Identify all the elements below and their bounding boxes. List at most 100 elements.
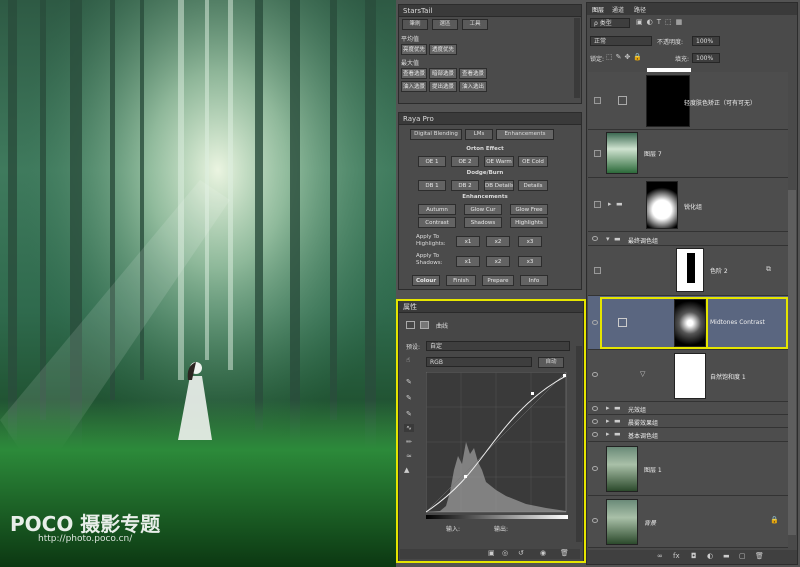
add-mask-icon[interactable]: ◘ <box>691 552 697 560</box>
glow-free-button[interactable]: Glow Free <box>510 204 548 215</box>
clipping-icon[interactable]: ▲ <box>404 466 409 474</box>
hl-x3-button[interactable]: x3 <box>518 236 542 247</box>
eye-icon[interactable] <box>592 406 598 411</box>
preset-select[interactable]: 自定 <box>426 341 570 351</box>
new-group-icon[interactable]: ▬ <box>723 552 730 560</box>
curve-point[interactable] <box>563 374 566 377</box>
layer-name[interactable]: 光效组 <box>628 405 646 414</box>
starstail-btn-r2-1[interactable]: 油入选景 <box>401 81 427 92</box>
layer-name[interactable]: 图层 7 <box>644 149 662 158</box>
layer-checkbox[interactable] <box>594 201 601 208</box>
smooth-icon[interactable]: ≈ <box>406 452 412 460</box>
adjustment-icon[interactable]: ◐ <box>707 552 713 560</box>
eye-icon[interactable] <box>592 419 598 424</box>
layer-name[interactable]: 基本调色组 <box>628 431 658 440</box>
highlights-button[interactable]: Highlights <box>510 217 548 228</box>
starstail-btn-r2-3[interactable]: 油入选出 <box>459 81 487 92</box>
layer-name[interactable]: 最终调色组 <box>628 236 658 245</box>
layer-row[interactable]: 图层 1 <box>588 442 788 496</box>
properties-scrollbar[interactable] <box>576 346 582 542</box>
layer-row[interactable]: 背景 🔒 <box>588 496 788 548</box>
eye-icon[interactable] <box>592 466 598 471</box>
glow-cur-button[interactable]: Glow Cur <box>464 204 502 215</box>
starstail-tab-1[interactable]: 筆刷 <box>402 19 428 30</box>
layer-row[interactable]: ▸ ▬ 锐化组 <box>588 178 788 232</box>
eye-icon[interactable] <box>592 236 598 241</box>
tab-channels[interactable]: 通道 <box>612 5 624 14</box>
collapse-arrow-icon[interactable]: ▾ <box>606 235 610 243</box>
tab-layers[interactable]: 图层 <box>592 5 604 14</box>
layer-row[interactable]: 色阶 2 ⧉ <box>588 246 788 296</box>
trash-icon[interactable]: 🗑 <box>560 549 569 557</box>
starstail-btn-r1-1[interactable]: 查看选景 <box>401 68 427 79</box>
visibility-icon[interactable]: ◉ <box>540 549 546 557</box>
eyedropper-gray-icon[interactable]: ✎ <box>406 394 412 402</box>
eye-icon[interactable] <box>592 432 598 437</box>
auto-button[interactable]: 自动 <box>538 357 564 368</box>
filter-icons[interactable]: ▣◐T⬚▦ <box>636 18 726 28</box>
lock-icons[interactable]: ⬚✎✥🔒 <box>606 53 645 61</box>
eye-icon[interactable] <box>592 320 598 325</box>
db-details-button[interactable]: DB Details <box>484 180 514 191</box>
details-button[interactable]: Details <box>518 180 548 191</box>
channel-select[interactable]: RGB <box>426 357 532 367</box>
layer-name[interactable]: 图层 1 <box>644 465 662 474</box>
layer-row[interactable]: 轻度肤色矫正（可有可无） <box>588 72 788 130</box>
layer-row[interactable]: 图层 7 <box>588 130 788 178</box>
eyedropper-black-icon[interactable]: ✎ <box>406 378 412 386</box>
starstail-btn-r2-2[interactable]: 提出选景 <box>429 81 457 92</box>
autumn-button[interactable]: Autumn <box>418 204 456 215</box>
layer-filter-select[interactable]: ρ 类型 <box>590 18 630 28</box>
fill-input[interactable]: 100% <box>692 53 720 63</box>
brightness-priority-button[interactable]: 亮度优先 <box>401 44 427 55</box>
starstail-scrollbar[interactable] <box>574 18 580 98</box>
layer-name[interactable]: 轻度肤色矫正（可有可无） <box>684 98 756 107</box>
eye-icon[interactable] <box>592 518 598 523</box>
layer-row[interactable]: ▽ 自然饱和度 1 <box>588 350 788 402</box>
layer-checkbox[interactable] <box>594 150 601 157</box>
oe2-button[interactable]: OE 2 <box>451 156 479 167</box>
expand-arrow-icon[interactable]: ▸ <box>606 430 610 438</box>
contrast-button[interactable]: Contrast <box>418 217 456 228</box>
layer-name[interactable]: 自然饱和度 1 <box>710 372 746 381</box>
db2-button[interactable]: DB 2 <box>451 180 479 191</box>
clip-to-layer-icon[interactable]: ▣ <box>488 549 495 557</box>
oe-cold-button[interactable]: OE Cold <box>518 156 548 167</box>
expand-arrow-icon[interactable]: ▸ <box>608 200 612 208</box>
info-button[interactable]: Info <box>520 275 548 286</box>
transparency-priority-button[interactable]: 透度优先 <box>429 44 457 55</box>
starstail-btn-r1-3[interactable]: 查看选景 <box>459 68 487 79</box>
eyedropper-white-icon[interactable]: ✎ <box>406 410 412 418</box>
fx-icon[interactable]: fx <box>673 552 680 560</box>
delete-layer-icon[interactable]: 🗑 <box>755 552 764 560</box>
pencil-icon[interactable]: ✏ <box>406 438 412 446</box>
view-previous-icon[interactable]: ◎ <box>502 549 508 557</box>
sh-x2-button[interactable]: x2 <box>486 256 510 267</box>
curve-point[interactable] <box>531 392 534 395</box>
eye-icon[interactable] <box>592 372 598 377</box>
tab-enhancements[interactable]: Enhancements <box>496 129 554 140</box>
db1-button[interactable]: DB 1 <box>418 180 446 191</box>
sh-x3-button[interactable]: x3 <box>518 256 542 267</box>
prepare-button[interactable]: Prepare <box>482 275 514 286</box>
oe-warm-button[interactable]: OE Warm <box>484 156 514 167</box>
layer-name[interactable]: 锐化组 <box>684 202 702 211</box>
curves-graph[interactable] <box>426 372 568 514</box>
hand-target-icon[interactable]: ☝ <box>406 356 410 364</box>
layers-scrollbar[interactable] <box>788 190 796 535</box>
layer-row[interactable]: ▸ ▬ 基本调色组 <box>588 428 788 442</box>
curve-point-tool-icon[interactable]: ∿ <box>404 424 414 432</box>
oe1-button[interactable]: OE 1 <box>418 156 446 167</box>
shadows-button[interactable]: Shadows <box>464 217 502 228</box>
starstail-tab-2[interactable]: 選區 <box>432 19 458 30</box>
colour-button[interactable]: Colour <box>412 275 440 286</box>
hl-x1-button[interactable]: x1 <box>456 236 480 247</box>
layer-name[interactable]: 背景 <box>644 518 656 527</box>
tab-digital-blending[interactable]: Digital Blending <box>410 129 462 140</box>
new-layer-icon[interactable]: ▢ <box>739 552 746 560</box>
expand-arrow-icon[interactable]: ▸ <box>606 404 610 412</box>
blend-mode-select[interactable]: 正常 <box>590 36 652 46</box>
starstail-btn-r1-2[interactable]: 暗部选景 <box>429 68 457 79</box>
link-layers-icon[interactable]: ∞ <box>657 552 663 560</box>
layer-checkbox[interactable] <box>594 97 601 104</box>
